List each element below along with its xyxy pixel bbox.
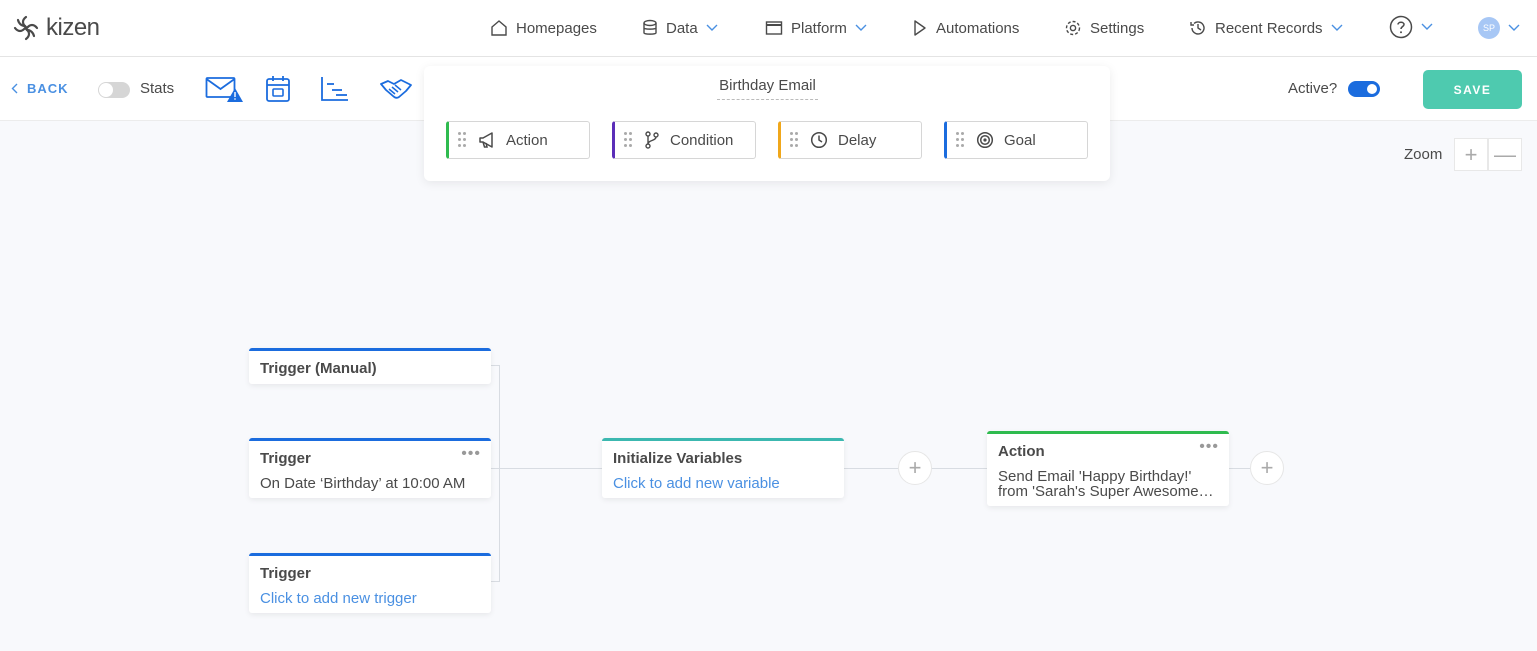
- kizen-logo-icon: [13, 15, 39, 41]
- play-icon: [914, 20, 926, 36]
- connector-line: [491, 468, 603, 469]
- step-delay-label: Delay: [838, 131, 877, 149]
- trigger-description: On Date ‘Birthday’ at 10:00 AM: [260, 475, 466, 492]
- database-icon: [643, 19, 657, 35]
- stats-label: Stats: [140, 80, 175, 97]
- megaphone-icon: [479, 132, 493, 148]
- nav-data[interactable]: Data: [642, 17, 718, 39]
- step-goal-label: Goal: [1004, 131, 1036, 149]
- branch-icon: [645, 131, 659, 149]
- logo-text: kizen: [46, 14, 100, 41]
- nav-settings-label: Settings: [1090, 19, 1145, 37]
- drag-handle-icon[interactable]: [790, 132, 798, 148]
- node-title: Action: [998, 443, 1045, 460]
- zoom-in-button[interactable]: +: [1454, 138, 1488, 171]
- back-button[interactable]: BACK: [11, 81, 69, 96]
- nav-homepages[interactable]: Homepages: [490, 17, 597, 39]
- nav-platform-label: Platform: [791, 19, 847, 37]
- step-action-label: Action: [506, 131, 548, 149]
- stats-toggle[interactable]: [98, 82, 130, 98]
- node-title: Trigger: [260, 450, 311, 467]
- calendar-icon[interactable]: [265, 75, 291, 103]
- chevron-down-icon: [1421, 23, 1433, 30]
- nav-recent-records[interactable]: Recent Records: [1189, 17, 1343, 39]
- email-warning-icon[interactable]: [205, 75, 245, 103]
- initialize-variables-node[interactable]: Initialize Variables Click to add new va…: [602, 438, 844, 498]
- clock-icon: [810, 131, 828, 149]
- zoom-out-button[interactable]: —: [1488, 138, 1522, 171]
- connector-line: [499, 365, 500, 582]
- timeline-icon[interactable]: [320, 75, 350, 103]
- drag-handle-icon[interactable]: [458, 132, 466, 148]
- add-step-button[interactable]: +: [1250, 451, 1284, 485]
- connector-line: [491, 581, 500, 582]
- trigger-manual-node[interactable]: Trigger (Manual): [249, 348, 491, 384]
- back-label: BACK: [27, 81, 69, 96]
- drag-handle-icon[interactable]: [624, 132, 632, 148]
- action-description: Send Email 'Happy Birthday!' from 'Sarah…: [998, 469, 1214, 499]
- help-menu[interactable]: [1389, 15, 1433, 39]
- step-action[interactable]: Action: [446, 121, 590, 159]
- chevron-down-icon: [1331, 24, 1343, 31]
- automation-title[interactable]: Birthday Email: [717, 77, 818, 100]
- more-options-icon[interactable]: •••: [461, 446, 481, 462]
- action-node[interactable]: Action ••• Send Email 'Happy Birthday!' …: [987, 431, 1229, 506]
- save-button[interactable]: SAVE: [1423, 70, 1522, 109]
- kizen-logo[interactable]: kizen: [12, 14, 100, 42]
- home-icon: [491, 20, 507, 36]
- step-palette: Birthday Email Action Condition Delay Go…: [424, 66, 1110, 181]
- nav-data-label: Data: [666, 19, 698, 37]
- nav-recent-records-label: Recent Records: [1215, 19, 1323, 37]
- step-goal[interactable]: Goal: [944, 121, 1088, 159]
- question-icon: [1389, 15, 1413, 39]
- add-variable-link[interactable]: Click to add new variable: [613, 475, 780, 492]
- handshake-icon[interactable]: [379, 75, 413, 103]
- trigger-empty-node[interactable]: Trigger Click to add new trigger: [249, 553, 491, 613]
- nav-platform[interactable]: Platform: [765, 17, 867, 39]
- drag-handle-icon[interactable]: [956, 132, 964, 148]
- action-line-1: Send Email 'Happy Birthday!': [998, 469, 1192, 484]
- add-step-button[interactable]: +: [898, 451, 932, 485]
- nav-homepages-label: Homepages: [516, 19, 597, 37]
- nav-settings[interactable]: Settings: [1064, 17, 1144, 39]
- active-toggle[interactable]: [1348, 81, 1380, 97]
- avatar: SP: [1478, 17, 1500, 39]
- gear-icon: [1065, 20, 1081, 36]
- step-condition[interactable]: Condition: [612, 121, 756, 159]
- nav-automations-label: Automations: [936, 19, 1020, 37]
- user-menu[interactable]: SP: [1478, 17, 1520, 39]
- window-icon: [765, 21, 783, 35]
- chevron-down-icon: [1508, 24, 1520, 31]
- target-icon: [976, 131, 994, 149]
- nav-automations[interactable]: Automations: [912, 17, 1019, 39]
- trigger-date-node[interactable]: Trigger ••• On Date ‘Birthday’ at 10:00 …: [249, 438, 491, 498]
- chevron-down-icon: [855, 24, 867, 31]
- step-condition-label: Condition: [670, 131, 734, 149]
- node-title: Initialize Variables: [613, 450, 743, 467]
- add-trigger-link[interactable]: Click to add new trigger: [260, 590, 417, 607]
- node-title: Trigger (Manual): [260, 360, 377, 377]
- active-label: Active?: [1288, 80, 1338, 97]
- history-icon: [1190, 21, 1205, 35]
- more-options-icon[interactable]: •••: [1199, 439, 1219, 455]
- action-line-2: from 'Sarah's Super Awesome…: [998, 484, 1214, 499]
- connector-line: [1229, 468, 1251, 469]
- top-navigation: kizen Homepages Data Platform Automation…: [0, 0, 1537, 57]
- chevron-down-icon: [706, 24, 718, 31]
- step-delay[interactable]: Delay: [778, 121, 922, 159]
- chevron-left-icon: [11, 83, 18, 94]
- zoom-label: Zoom: [1404, 146, 1443, 163]
- node-title: Trigger: [260, 565, 311, 582]
